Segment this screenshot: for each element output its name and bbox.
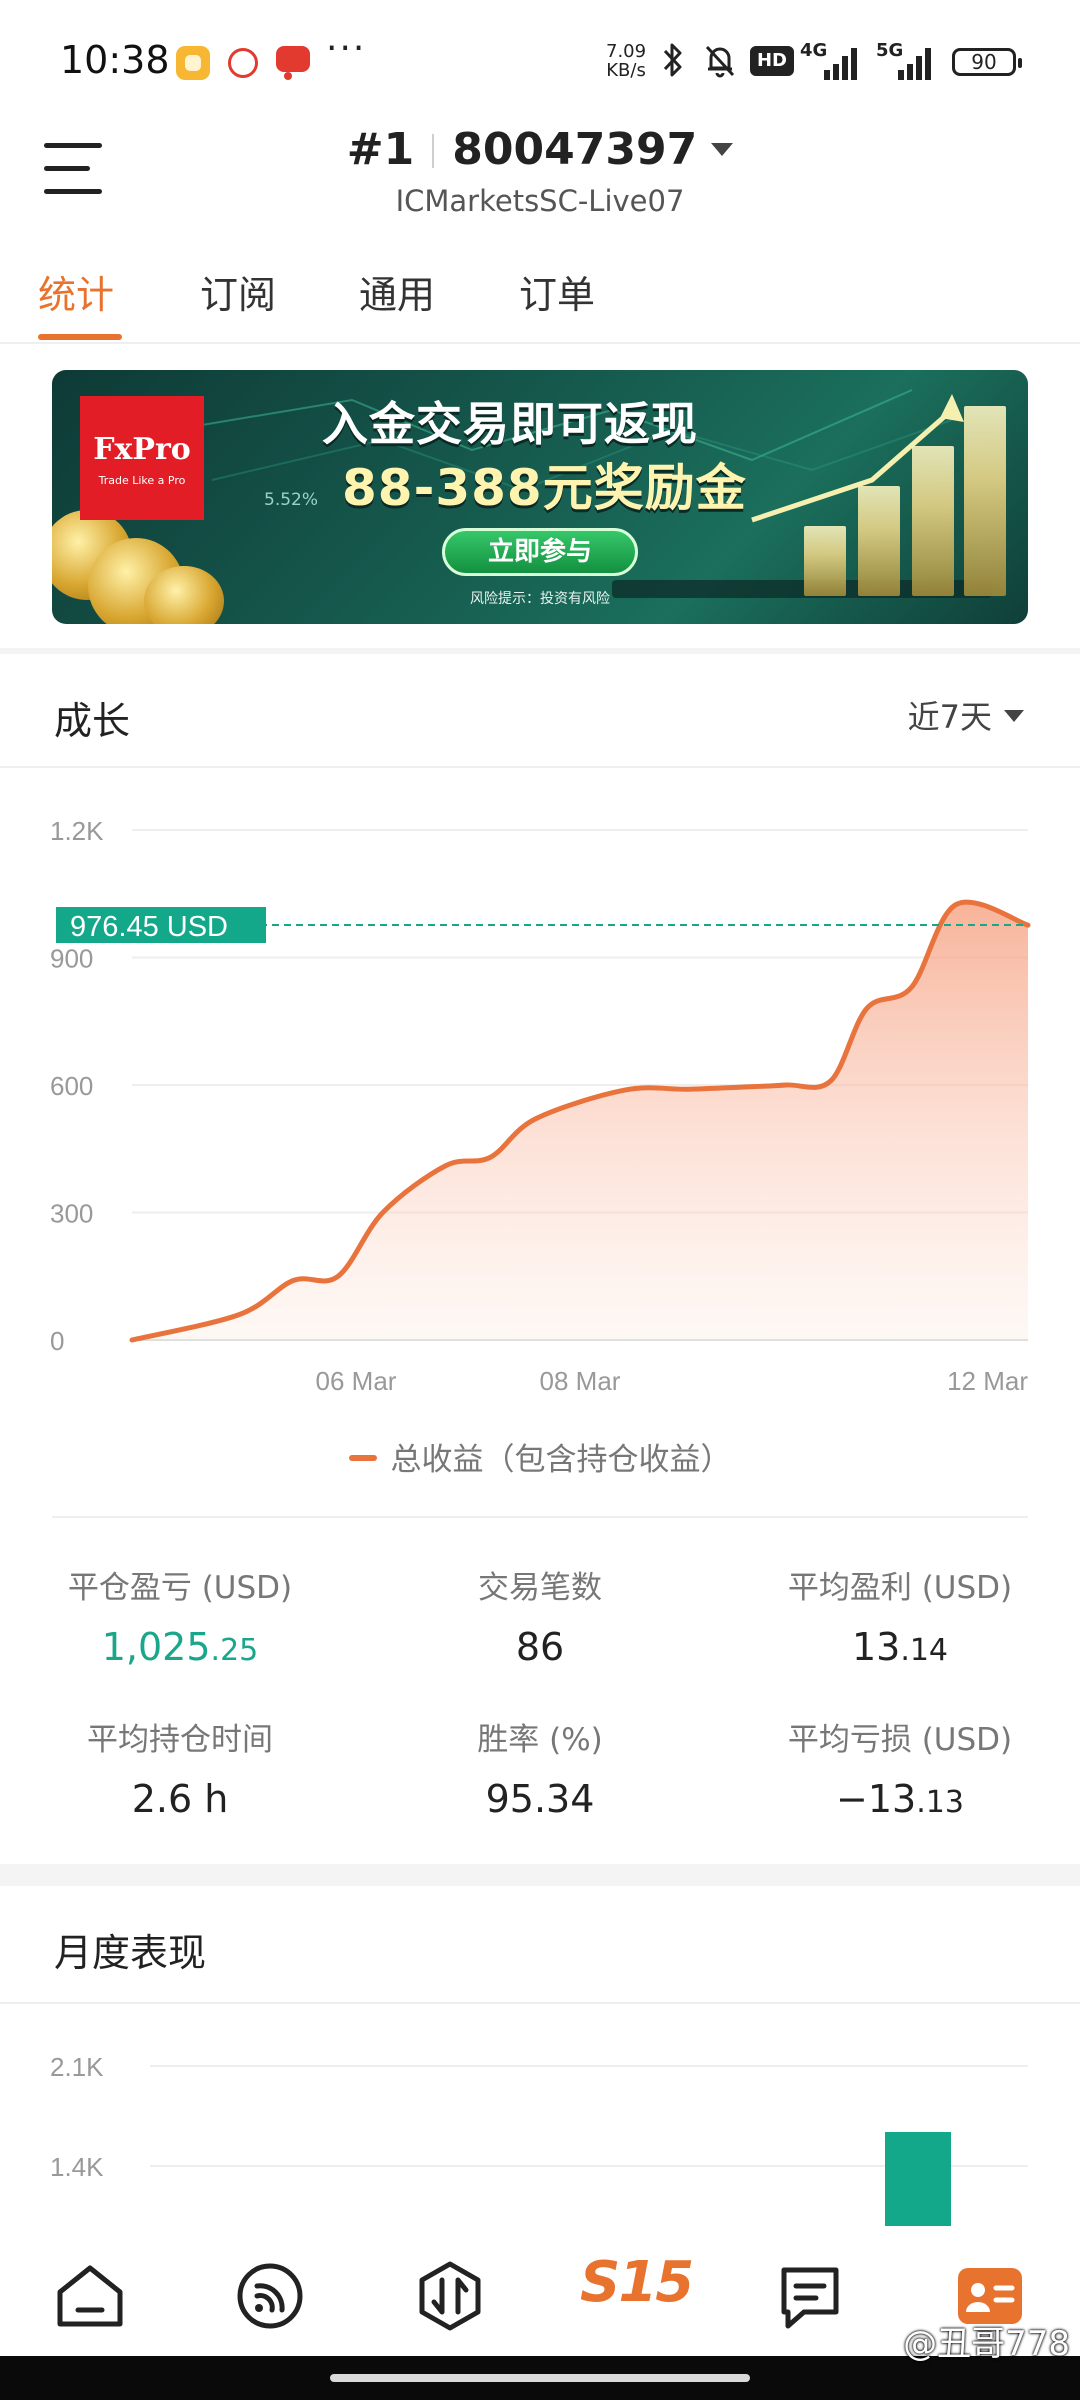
- stat-trade-count: 交易笔数 86: [360, 1562, 720, 1669]
- trade-icon[interactable]: [410, 2256, 490, 2336]
- fxpro-logo: FxPro Trade Like a Pro: [80, 396, 204, 520]
- divider: [52, 1516, 1028, 1518]
- stat-value: 1,025.25: [101, 1625, 259, 1669]
- account-number: 80047397: [452, 124, 698, 175]
- app-notification-icon: [228, 48, 258, 78]
- stat-value: 2.6 h: [131, 1777, 229, 1821]
- growth-section-title: 成长: [54, 699, 131, 743]
- watermark: @丑哥778: [903, 2324, 1070, 2364]
- join-now-button[interactable]: 立即参与: [442, 528, 638, 576]
- banner-bar-graphic: [964, 406, 1006, 596]
- monthly-section-title: 月度表现: [54, 1931, 207, 1975]
- banner-subheadline: 88-388元奖励金: [342, 459, 747, 517]
- legend-swatch: [348, 1455, 377, 1461]
- account-rank: #1: [346, 124, 415, 175]
- stat-label: 平仓盈亏 (USD): [67, 1570, 293, 1606]
- banner-risk-note: 风险提示：投资有风险: [470, 591, 610, 607]
- home-indicator[interactable]: [330, 2374, 750, 2382]
- section-divider: [0, 648, 1080, 654]
- y-tick-label: 1.4K: [50, 2152, 104, 2182]
- stat-average-holding-time: 平均持仓时间 2.6 h: [0, 1714, 360, 1821]
- divider: [0, 766, 1080, 768]
- monthly-chart: 2.1K 1.4K: [50, 2052, 1028, 2226]
- monthly-bar: [885, 2132, 951, 2226]
- stat-value: 86: [515, 1625, 565, 1669]
- stat-average-profit: 平均盈利 (USD) 13.14: [720, 1562, 1080, 1669]
- tab-bar: 统计 订阅 通用 订单: [0, 258, 1080, 344]
- fxpro-logo-text: FxPro: [93, 432, 191, 467]
- signal-bars-1-icon: [824, 46, 864, 80]
- more-notifications-icon: ···: [326, 28, 367, 69]
- mute-bell-icon: [705, 45, 735, 78]
- y-tick-label: 600: [50, 1071, 93, 1101]
- network-speed: 7.09 KB/s: [606, 42, 646, 80]
- stat-label: 胜率 (%): [477, 1722, 603, 1758]
- stat-average-loss: 平均亏损 (USD) −13.13: [720, 1714, 1080, 1821]
- x-tick-label: 08 Mar: [540, 1366, 621, 1396]
- banner-bar-graphic: [912, 446, 954, 596]
- y-tick-label: 0: [50, 1326, 64, 1356]
- legend-label: 总收益（包含持仓收益）: [390, 1442, 732, 1478]
- server-name: ICMarketsSC-Live07: [395, 184, 685, 218]
- divider: [0, 2002, 1080, 2004]
- chart-legend: 总收益（包含持仓收益）: [0, 1434, 1080, 1479]
- stat-closed-pnl: 平仓盈亏 (USD) 1,025.25: [0, 1562, 360, 1669]
- stat-value: 13.14: [851, 1625, 949, 1669]
- fxpro-tagline: Trade Like a Pro: [98, 474, 186, 487]
- messages-icon[interactable]: [770, 2256, 850, 2336]
- x-axis-ticks: 06 Mar 08 Mar 12 Mar: [316, 1366, 1029, 1396]
- notes-app-icon: [176, 46, 210, 80]
- banner-percent-tag: 5.52%: [264, 490, 319, 510]
- banner-headline: 入金交易即可返现: [322, 397, 698, 451]
- battery-indicator: 90: [952, 48, 1022, 76]
- network-speed-value: 7.09: [606, 41, 647, 62]
- clock: 10:38: [60, 38, 170, 82]
- y-tick-label: 1.2K: [50, 816, 104, 846]
- promo-banner[interactable]: FxPro Trade Like a Pro 5.52% 入金交易即可返现 88…: [52, 370, 1028, 624]
- tab-orders[interactable]: 订单: [519, 264, 595, 319]
- s15-logo[interactable]: S15: [580, 2250, 694, 2315]
- y-tick-label: 900: [50, 944, 93, 974]
- stat-label: 平均持仓时间: [87, 1722, 273, 1758]
- current-value-label: 976.45 USD: [70, 911, 228, 943]
- signal-bars-2-icon: [898, 46, 938, 80]
- stat-win-rate: 胜率 (%) 95.34: [360, 1714, 720, 1821]
- tab-statistics[interactable]: 统计: [38, 264, 114, 319]
- time-range-dropdown[interactable]: 近7天: [908, 692, 1024, 738]
- y-axis-ticks: 1.2K 900 600 300 0: [50, 816, 104, 1356]
- x-tick-label: 12 Mar: [947, 1366, 1028, 1396]
- growth-chart: 1.2K 900 600 300 0 06 Mar 08 Mar 12 Mar 976.45…: [50, 816, 1031, 1396]
- banner-bar-graphic: [858, 486, 900, 596]
- home-icon[interactable]: [50, 2256, 130, 2336]
- banner-bar-graphic: [804, 526, 846, 596]
- dropdown-caret-icon: [1004, 710, 1024, 722]
- hd-voice-badge: HD: [750, 46, 794, 76]
- stat-label: 平均盈利 (USD): [787, 1570, 1013, 1606]
- message-notification-icon: [276, 46, 310, 80]
- feed-icon[interactable]: [230, 2256, 310, 2336]
- active-tab-indicator: [38, 334, 122, 340]
- y-tick-label: 2.1K: [50, 2052, 104, 2082]
- stat-label: 平均亏损 (USD): [787, 1722, 1013, 1758]
- bluetooth-icon: [663, 43, 682, 77]
- time-range-label: 近7天: [907, 698, 992, 736]
- divider: [432, 134, 435, 168]
- tab-subscription[interactable]: 订阅: [200, 264, 276, 319]
- x-tick-label: 06 Mar: [316, 1366, 397, 1396]
- network-speed-unit: KB/s: [606, 60, 646, 81]
- section-divider: [0, 1864, 1080, 1886]
- y-axis-ticks: 2.1K 1.4K: [50, 2052, 104, 2182]
- stat-label: 交易笔数: [478, 1570, 602, 1606]
- stat-value: 95.34: [485, 1777, 595, 1821]
- tab-general[interactable]: 通用: [359, 264, 435, 319]
- status-bar: 10:38 ··· 7.09 KB/s HD 4G 5G 90: [0, 0, 1080, 120]
- growth-area-fill: [132, 902, 1028, 1340]
- y-tick-label: 300: [50, 1199, 93, 1229]
- dropdown-caret-icon: [711, 143, 734, 156]
- account-selector[interactable]: #1 80047397: [0, 124, 1080, 175]
- stat-value: −13.13: [836, 1777, 964, 1821]
